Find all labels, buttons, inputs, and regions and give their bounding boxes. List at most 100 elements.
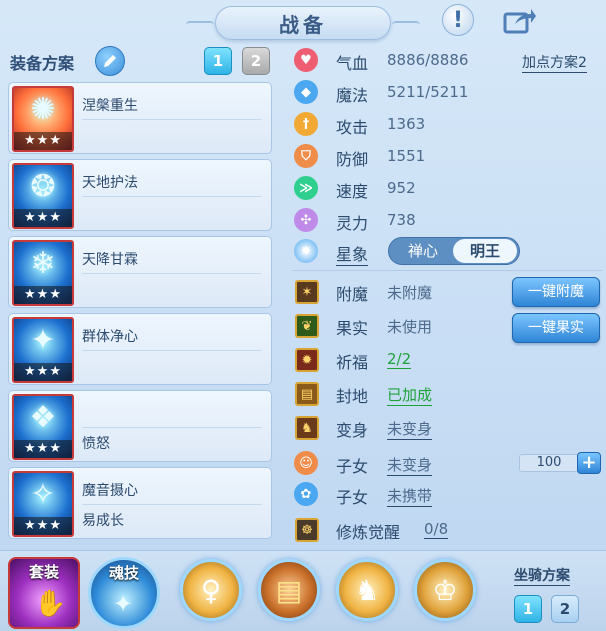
bottom-bar: 套装 ✋ 魂技 ✦ ♀ ▤ ♞ ♔ 坐骑方案 1 2: [0, 550, 606, 631]
stat-row-defense: ⛉ 防御 1551: [292, 141, 472, 171]
star-rating: ★★★: [14, 517, 72, 535]
skill-glyph-icon: ❄: [30, 246, 56, 281]
skill-card[interactable]: ❖ ★★★ 愤怒: [8, 390, 272, 462]
skill-name: 天地护法: [82, 175, 138, 191]
shield-icon: ⛉: [294, 144, 318, 168]
skill-glyph-icon: ❂: [30, 169, 56, 204]
transform-icon: ♞: [295, 416, 319, 440]
option-mingwang[interactable]: 明王: [453, 239, 517, 263]
enhancement-row-fief: ▤ 封地 已加成: [292, 378, 472, 408]
plus-icon[interactable]: +: [577, 452, 601, 474]
skill-icon: ✧ ★★★: [12, 471, 74, 537]
stat-row-spirit: ✣ 灵力 738: [292, 205, 472, 235]
stat-value: 1551: [387, 147, 426, 165]
skill-icon: ✺ ★★★: [12, 86, 74, 152]
enhancement-value: 未附魔: [387, 284, 433, 302]
enhancement-value[interactable]: 未变身: [387, 418, 433, 440]
cultivation-value[interactable]: 0/8: [424, 520, 449, 539]
mount-slot-3[interactable]: ♞: [336, 559, 398, 621]
enhancement-value: 未使用: [387, 318, 433, 336]
divider: [82, 273, 261, 274]
child-row-transform: ☺ 子女 未变身: [292, 448, 472, 478]
title-plate: 战备: [186, 6, 420, 40]
edit-plan-button[interactable]: [95, 46, 125, 76]
soul-skill-button[interactable]: 魂技 ✦: [88, 557, 160, 629]
star-rating: ★★★: [14, 132, 72, 150]
scroll-icon: ▤: [275, 573, 303, 607]
enhancement-value[interactable]: 2/2: [387, 350, 412, 369]
divider: [82, 504, 261, 505]
one-click-fruit-button[interactable]: 一键果实: [512, 313, 600, 343]
star-rating: ★★★: [14, 286, 72, 304]
warrior-icon: ♞: [354, 573, 380, 607]
hand-icon: ✋: [34, 589, 67, 619]
mount-plan-label: 坐骑方案: [514, 565, 570, 586]
heart-icon: ♥: [294, 48, 318, 72]
star-rating: ★★★: [14, 440, 72, 458]
mount-plan-1-button[interactable]: 1: [514, 595, 542, 623]
cultivation-row: ☸ 修炼觉醒 0/8: [292, 514, 492, 544]
add-point-plan-link[interactable]: 加点方案2: [522, 52, 587, 73]
stat-label: 防御: [336, 150, 369, 169]
one-click-enchant-button[interactable]: 一键附魔: [512, 277, 600, 307]
cultivation-label: 修炼觉醒: [336, 523, 401, 542]
enhancement-row-fruit: ❦ 果实 未使用: [292, 310, 472, 340]
star-sign-icon: ✸: [294, 239, 318, 263]
skill-name: 魔音摄心: [82, 483, 138, 499]
skill-card[interactable]: ❂ ★★★ 天地护法: [8, 159, 272, 231]
child-value[interactable]: 未携带: [387, 485, 433, 507]
skill-glyph-icon: ❖: [29, 400, 57, 435]
divider: [82, 119, 261, 120]
spirit-icon: ✣: [294, 208, 318, 232]
enhancement-row-blessing: ✹ 祈福 2/2: [292, 344, 472, 374]
skill-card[interactable]: ✺ ★★★ 涅槃重生: [8, 82, 272, 154]
header: 战备 !: [0, 0, 606, 42]
star-sign-label[interactable]: 星象: [336, 241, 369, 266]
child-value[interactable]: 未变身: [387, 454, 433, 476]
child-row-carry: ✿ 子女 未携带: [292, 479, 472, 509]
skill-glyph-icon: ✦: [30, 323, 56, 358]
enhancement-label: 变身: [336, 421, 369, 440]
mount-slot-2[interactable]: ▤: [258, 559, 320, 621]
skill-card[interactable]: ❄ ★★★ 天降甘霖: [8, 236, 272, 308]
help-button[interactable]: !: [442, 4, 474, 36]
stat-label: 灵力: [336, 214, 369, 233]
quantity-stepper[interactable]: 100 +: [519, 452, 603, 474]
mount-slot-1[interactable]: ♀: [180, 559, 242, 621]
enhancement-row-transform: ♞ 变身 未变身: [292, 412, 472, 442]
soul-icon: ✦: [113, 590, 134, 618]
enhancement-label: 附魔: [336, 285, 369, 304]
stat-row-hp: ♥ 气血 8886/8886: [292, 45, 472, 75]
option-chanxin[interactable]: 禅心: [391, 239, 455, 263]
star-sign-toggle[interactable]: 禅心 明王: [388, 237, 520, 265]
enhancement-value[interactable]: 已加成: [387, 384, 433, 406]
speed-icon: ≫: [294, 176, 318, 200]
skill-card[interactable]: ✧ ★★★ 魔音摄心 易成长: [8, 467, 272, 539]
enhancement-row-enchant: ✶ 附魔 未附魔: [292, 276, 472, 306]
divider: [82, 196, 261, 197]
stat-row-speed: ≫ 速度 952: [292, 173, 472, 203]
mana-icon: ◆: [294, 80, 318, 104]
mount-plan-2-button[interactable]: 2: [551, 595, 579, 623]
mount-slot-4[interactable]: ♔: [414, 559, 476, 621]
skill-glyph-icon: ✧: [30, 477, 56, 512]
enhancement-label: 果实: [336, 319, 369, 338]
stat-label: 气血: [336, 54, 369, 73]
enchant-icon: ✶: [295, 280, 319, 304]
stat-value: 738: [387, 211, 416, 229]
divider: [292, 270, 602, 271]
set-label: 套装: [28, 563, 59, 581]
skill-icon: ❖ ★★★: [12, 394, 74, 460]
set-button[interactable]: 套装 ✋: [8, 557, 80, 629]
sword-icon: †: [294, 112, 318, 136]
plan-2-button[interactable]: 2: [242, 47, 270, 75]
skill-subtitle: 愤怒: [82, 436, 110, 452]
stepper-value[interactable]: 100: [519, 454, 579, 472]
stat-value: 5211/5211: [387, 83, 469, 101]
share-button[interactable]: [500, 4, 540, 36]
skill-card[interactable]: ✦ ★★★ 群体净心: [8, 313, 272, 385]
equipment-plan-label: 装备方案: [10, 54, 75, 73]
child-icon: ☺: [294, 451, 318, 475]
plan-1-button[interactable]: 1: [204, 47, 232, 75]
skill-icon: ❄ ★★★: [12, 240, 74, 306]
